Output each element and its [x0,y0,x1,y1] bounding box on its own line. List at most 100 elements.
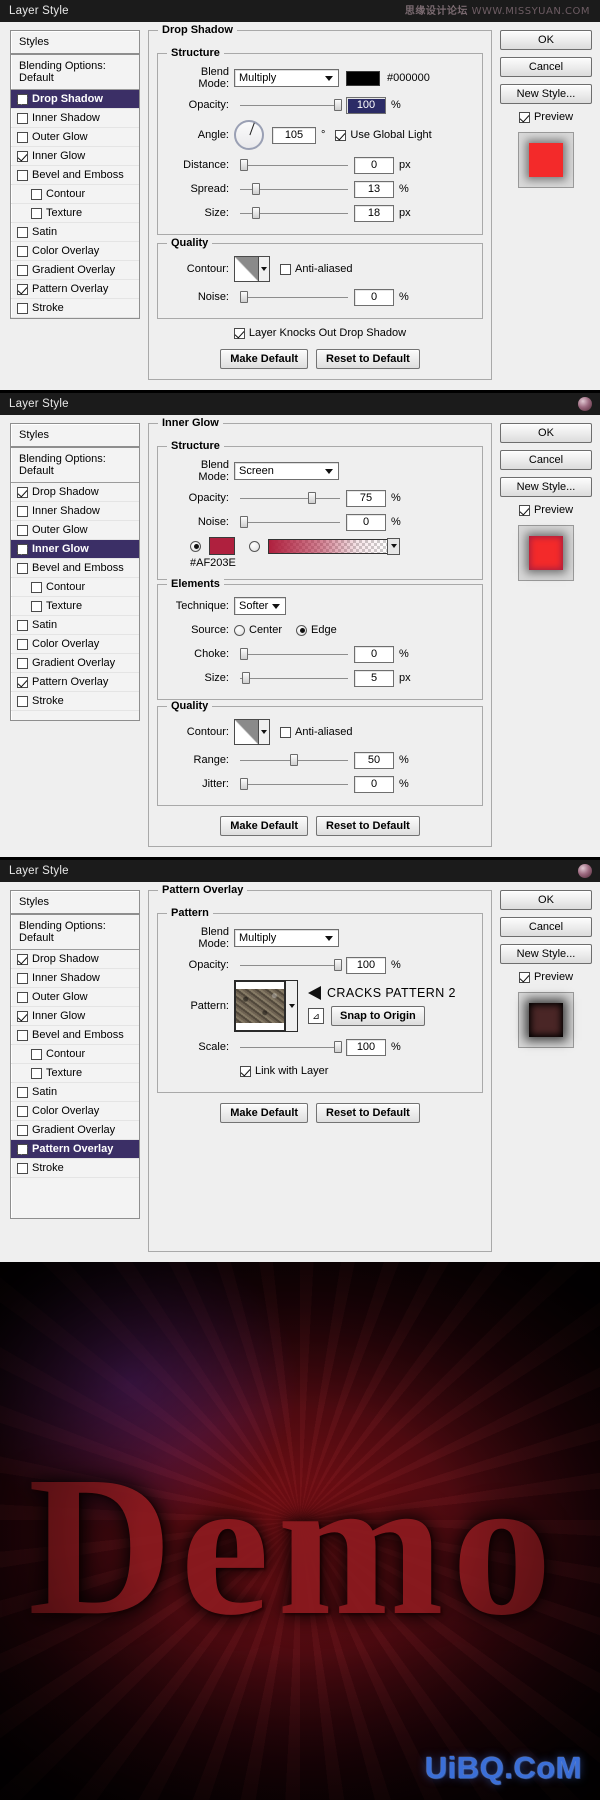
noise-slider[interactable] [240,290,348,304]
contour-preset-picker[interactable] [234,256,270,282]
checkbox-glyph[interactable] [240,1065,251,1077]
sidebar-item-pattern-overlay[interactable]: Pattern Overlay [11,1140,139,1159]
styles-list-header[interactable]: Styles [11,31,139,55]
preview-checkbox[interactable]: Preview [500,111,592,123]
make-default-button[interactable]: Make Default [220,1103,309,1123]
sidebar-item-drop-shadow[interactable]: Drop Shadow [11,90,139,109]
sidebar-item-drop-shadow[interactable]: Drop Shadow [11,483,139,502]
sidebar-item-color-overlay[interactable]: Color Overlay [11,1102,139,1121]
checkbox-inner-shadow[interactable] [17,505,28,517]
ok-button[interactable]: OK [500,423,592,443]
checkbox-outer-glow[interactable] [17,991,28,1003]
checkbox-inner-glow[interactable] [17,1010,28,1022]
jitter-slider[interactable] [240,777,348,791]
slider-knob[interactable] [334,959,342,971]
size-slider[interactable] [240,671,348,685]
slider-knob[interactable] [240,159,248,171]
sidebar-item-contour[interactable]: Contour [11,578,139,597]
opacity-slider[interactable] [240,958,342,972]
reset-to-default-button[interactable]: Reset to Default [316,1103,420,1123]
checkbox-glyph[interactable] [280,726,291,738]
slider-knob[interactable] [251,183,260,195]
checkbox-drop-shadow[interactable] [17,486,28,498]
radio-gradient[interactable] [249,540,260,552]
checkbox-contour[interactable] [31,1048,42,1060]
gradient-dropdown-button[interactable] [387,537,400,555]
opacity-input[interactable]: 100 [346,96,386,114]
link-with-layer-checkbox[interactable]: Link with Layer [240,1065,328,1077]
reset-to-default-button[interactable]: Reset to Default [316,816,420,836]
checkbox-pattern-overlay[interactable] [17,676,28,688]
sidebar-item-satin[interactable]: Satin [11,1083,139,1102]
radio-source-center[interactable]: Center [234,624,282,636]
checkbox-gradient-overlay[interactable] [17,1124,28,1136]
checkbox-glyph[interactable] [518,111,530,123]
checkbox-satin[interactable] [17,226,28,238]
gradient-preview[interactable] [268,538,388,554]
new-style-button[interactable]: New Style... [500,944,592,964]
distance-slider[interactable] [240,158,348,172]
sidebar-item-pattern-overlay[interactable]: Pattern Overlay [11,673,139,692]
radio-glyph[interactable] [296,624,308,636]
sidebar-item-stroke[interactable]: Stroke [11,692,139,711]
checkbox-stroke[interactable] [17,302,28,314]
glow-color-swatch[interactable] [209,537,235,555]
blend-mode-select[interactable]: Multiply [234,929,339,947]
checkbox-satin[interactable] [17,619,28,631]
checkbox-color-overlay[interactable] [17,245,28,257]
checkbox-satin[interactable] [17,1086,28,1098]
new-style-button[interactable]: New Style... [500,477,592,497]
checkbox-inner-shadow[interactable] [17,972,28,984]
sidebar-item-inner-glow[interactable]: Inner Glow [11,147,139,166]
layer-knocks-out-checkbox[interactable]: Layer Knocks Out Drop Shadow [157,327,483,339]
checkbox-texture[interactable] [31,600,42,612]
sidebar-item-gradient-overlay[interactable]: Gradient Overlay [11,654,139,673]
spread-input[interactable]: 13 [354,180,394,198]
distance-input[interactable]: 0 [354,156,394,174]
checkbox-pattern-overlay[interactable] [17,283,28,295]
sidebar-item-outer-glow[interactable]: Outer Glow [11,128,139,147]
spread-slider[interactable] [240,182,348,196]
opacity-input[interactable]: 100 [346,956,386,974]
make-default-button[interactable]: Make Default [220,816,309,836]
checkbox-inner-glow[interactable] [17,150,28,162]
sidebar-item-bevel-and-emboss[interactable]: Bevel and Emboss [11,559,139,578]
angle-input[interactable]: 105 [272,126,316,144]
checkbox-gradient-overlay[interactable] [17,657,28,669]
cancel-button[interactable]: Cancel [500,450,592,470]
radio-solid-color[interactable] [190,540,201,552]
sidebar-item-drop-shadow[interactable]: Drop Shadow [11,950,139,969]
checkbox-glyph[interactable] [233,327,245,339]
reset-to-default-button[interactable]: Reset to Default [316,349,420,369]
cancel-button[interactable]: Cancel [500,917,592,937]
sidebar-item-bevel-and-emboss[interactable]: Bevel and Emboss [11,1026,139,1045]
choke-slider[interactable] [240,647,348,661]
blend-mode-select[interactable]: Screen [234,462,339,480]
styles-list-header[interactable]: Styles [11,891,139,915]
noise-slider[interactable] [240,515,340,529]
noise-input[interactable]: 0 [346,513,386,531]
checkbox-bevel-and-emboss[interactable] [17,169,28,181]
size-input[interactable]: 18 [354,204,394,222]
sidebar-item-texture[interactable]: Texture [11,204,139,223]
checkbox-stroke[interactable] [17,1162,28,1174]
checkbox-contour[interactable] [31,188,42,200]
cancel-button[interactable]: Cancel [500,57,592,77]
opacity-slider[interactable] [240,98,342,112]
range-slider[interactable] [240,753,348,767]
size-slider[interactable] [240,206,348,220]
checkbox-texture[interactable] [31,207,42,219]
ok-button[interactable]: OK [500,30,592,50]
slider-knob[interactable] [240,291,248,303]
sidebar-item-stroke[interactable]: Stroke [11,1159,139,1178]
anti-aliased-checkbox[interactable]: Anti-aliased [280,263,352,275]
slider-knob[interactable] [334,1041,342,1053]
sidebar-item-color-overlay[interactable]: Color Overlay [11,242,139,261]
titlebar[interactable]: Layer Style 思缘设计论坛 WWW.MISSYUAN.COM [0,0,600,22]
sidebar-item-inner-shadow[interactable]: Inner Shadow [11,502,139,521]
slider-knob[interactable] [334,99,342,111]
new-style-button[interactable]: New Style... [500,84,592,104]
make-default-button[interactable]: Make Default [220,349,309,369]
sidebar-item-outer-glow[interactable]: Outer Glow [11,521,139,540]
checkbox-glyph[interactable] [280,263,291,275]
